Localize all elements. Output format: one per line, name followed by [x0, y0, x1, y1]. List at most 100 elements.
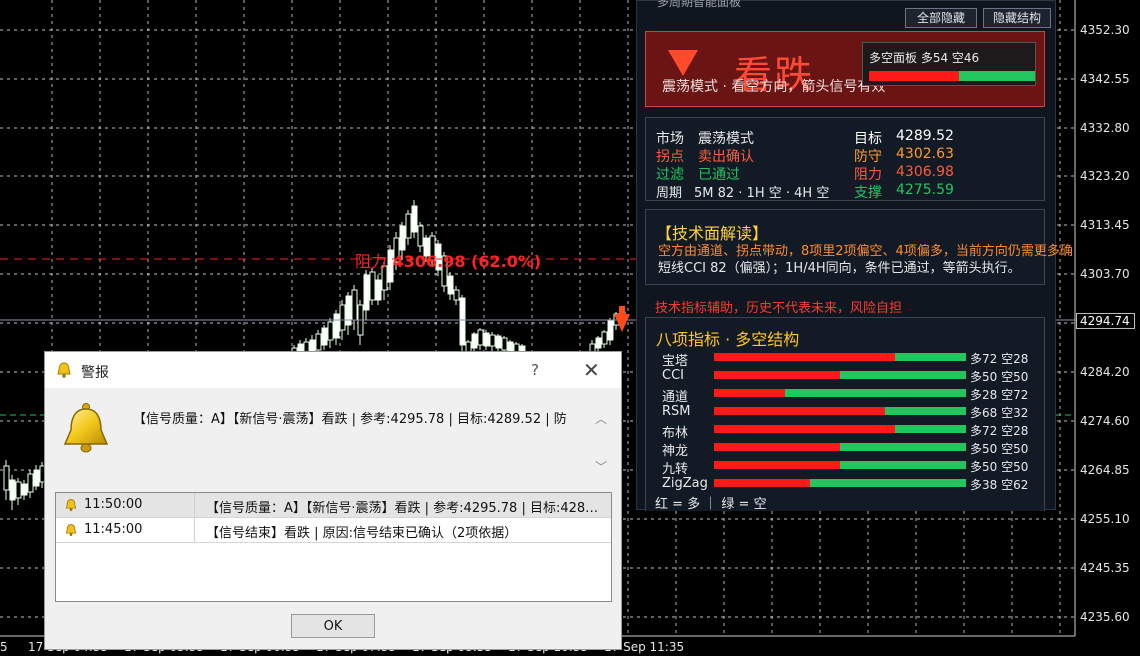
indicator-row: 布林 多72 空28	[654, 421, 1034, 441]
turn-value: 卖出确认	[698, 149, 754, 165]
indicator-row: 通道 多28 空72	[654, 385, 1034, 405]
candle-body	[595, 337, 602, 349]
market-key: 市场	[656, 131, 684, 147]
indicator-bull-fill	[714, 461, 840, 469]
candle-body	[411, 205, 418, 233]
scroll-up-icon[interactable]: ︿	[595, 410, 607, 427]
indicator-name: ZigZag	[662, 476, 708, 491]
bell-icon	[65, 499, 77, 512]
dialog-titlebar[interactable]: 警报 ? ✕	[45, 352, 621, 388]
indicator-bull-fill	[714, 425, 896, 433]
indicator-value: 多72 空28	[970, 424, 1029, 438]
color-legend: 红 = 多 ｜ 绿 = 空	[655, 497, 767, 512]
candle-body	[9, 479, 16, 501]
indicator-row: RSM 多68 空32	[654, 403, 1034, 421]
candle-body	[339, 304, 346, 331]
candle-body	[321, 327, 328, 346]
price-axis-label: 4332.80	[1080, 121, 1130, 135]
indicator-row: ZigZag 多38 空62	[654, 475, 1034, 493]
indicator-value: 多50 空50	[970, 442, 1029, 456]
candle-body	[315, 333, 322, 351]
candle-body	[483, 332, 490, 347]
candle-body	[15, 481, 22, 499]
help-button[interactable]: ?	[531, 361, 539, 379]
candle-body	[33, 469, 40, 487]
bull-bear-mini-panel: 多空面板 多54 空46	[862, 42, 1036, 86]
alert-row-time: 11:45:00	[84, 522, 143, 537]
bell-icon	[65, 524, 77, 537]
indicator-bar	[714, 389, 966, 397]
bell-icon	[57, 362, 71, 378]
filter-value: 已通过	[698, 167, 740, 183]
resistance-label: 阻力 4306.98 (62.0%)	[355, 248, 541, 272]
column-separator	[194, 493, 195, 517]
price-axis-label: 4264.85	[1080, 463, 1130, 477]
alert-row-time: 11:50:00	[84, 497, 143, 512]
indicator-name: CCI	[662, 368, 684, 383]
technical-reading-section: 【技术面解读】 空方由通道、拐点带动，8项里2项偏空、4项偏多，当前方向仍需更多…	[645, 209, 1073, 285]
current-price-tag: 4294.74	[1076, 313, 1135, 329]
indicator-value: 多28 空72	[970, 388, 1029, 402]
indicator-row: CCI 多50 空50	[654, 367, 1034, 385]
large-bell-icon	[63, 403, 109, 453]
alert-history-list[interactable]: 11:50:00 【信号质量：A】【新信号·震荡】看跌 | 参考:4295.78…	[55, 492, 612, 602]
candle-body	[607, 319, 614, 341]
candle-body	[3, 465, 10, 491]
indicator-row: 九转 多50 空50	[654, 457, 1034, 477]
indicator-bar	[714, 479, 966, 487]
candle-body	[27, 473, 34, 493]
candle-body	[351, 289, 358, 321]
indicator-bull-fill	[714, 479, 810, 487]
indicator-bull-fill	[714, 407, 886, 415]
candle-body	[333, 313, 340, 339]
indicator-bar	[714, 353, 966, 361]
candle-body	[495, 335, 502, 349]
candle-body	[405, 213, 412, 239]
candle-body	[453, 289, 460, 301]
alert-row-text: 【信号结束】看跌 | 原因:信号结束已确认（2项依据）	[206, 526, 518, 541]
indicator-bar	[714, 425, 966, 433]
down-arrow-icon	[668, 50, 698, 76]
indicator-name: RSM	[662, 404, 691, 419]
indicator-bar	[714, 407, 966, 415]
hide-structure-button[interactable]: 隐藏结构	[983, 8, 1051, 28]
scroll-down-icon[interactable]: ﹀	[595, 458, 607, 475]
signal-box: 看跌 震荡模式 · 看空方向，箭头信号有效 多空面板 多54 空46	[645, 31, 1045, 107]
indicator-bull-fill	[714, 389, 785, 397]
mini-bull-fill	[869, 71, 959, 81]
panel-title: 多周期智能面板	[657, 0, 742, 9]
candle-body	[477, 329, 484, 346]
turn-key: 拐点	[656, 149, 684, 165]
price-axis-label: 4313.45	[1080, 218, 1130, 232]
candle-body	[21, 483, 28, 496]
filter-key: 过滤	[656, 167, 684, 183]
candle-body	[399, 225, 406, 251]
hide-all-button[interactable]: 全部隐藏	[905, 8, 977, 28]
price-axis-label: 4245.35	[1080, 561, 1130, 575]
candle-body	[327, 321, 334, 341]
resistance-key: 阻力	[355, 252, 388, 271]
indicator-bar	[714, 371, 966, 379]
mini-panel-label: 多空面板 多54 空46	[869, 51, 980, 65]
alert-message-box[interactable]: 【信号质量：A】【新信号·震荡】看跌 | 参考:4295.78 | 目标:428…	[129, 400, 593, 480]
ok-button[interactable]: OK	[291, 614, 375, 638]
market-value: 震荡模式	[698, 131, 754, 147]
indicator-bar	[714, 461, 966, 469]
price-axis-label: 4342.55	[1080, 72, 1130, 86]
candle-body	[471, 333, 478, 349]
alert-message: 【信号质量：A】【新信号·震荡】看跌 | 参考:4295.78 | 目标:428…	[133, 412, 567, 427]
support-value: 4275.59	[896, 182, 954, 198]
indicators-section: 八项指标 · 多空结构 宝塔 多72 空28 CCI 多50 空50 通道 多28 空72…	[645, 317, 1045, 511]
alert-row[interactable]: 11:50:00 【信号质量：A】【新信号·震荡】看跌 | 参考:4295.78…	[56, 493, 611, 518]
candle-body	[363, 274, 370, 311]
close-button[interactable]: ✕	[583, 358, 600, 382]
price-axis-label: 4274.60	[1080, 414, 1130, 428]
signal-panel: 多周期智能面板 全部隐藏 隐藏结构 看跌 震荡模式 · 看空方向，箭头信号有效 …	[636, 0, 1073, 512]
indicator-bull-fill	[714, 371, 840, 379]
indicator-value: 多38 空62	[970, 478, 1029, 492]
indicator-value: 多72 空28	[970, 352, 1029, 366]
column-separator	[194, 518, 195, 542]
alert-row[interactable]: 11:45:00 【信号结束】看跌 | 原因:信号结束已确认（2项依据）	[56, 518, 611, 543]
indicator-bull-fill	[714, 353, 896, 361]
price-axis-label: 4255.10	[1080, 512, 1130, 526]
